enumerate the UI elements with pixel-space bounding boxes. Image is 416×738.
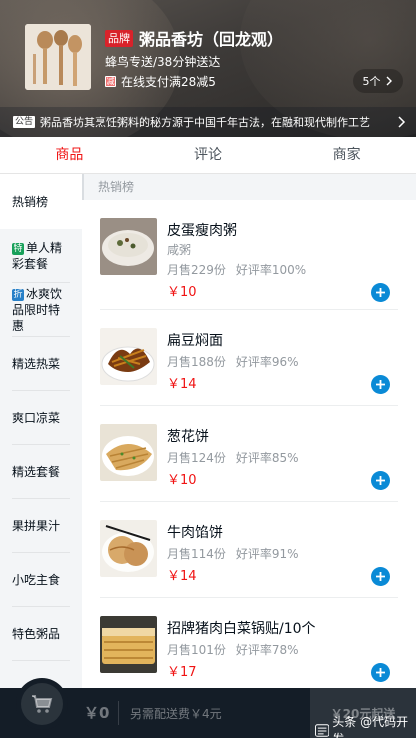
menu-item-label: 折冰爽饮品限时特惠 xyxy=(12,286,70,334)
delivery-fee: 另需配送费￥4元 xyxy=(130,707,222,721)
special-tag-icon: 特 xyxy=(12,242,24,255)
food-image xyxy=(100,218,157,275)
add-to-cart-button[interactable] xyxy=(371,663,390,682)
food-name: 招牌猪肉白菜锅贴/10个 xyxy=(167,621,316,637)
food-rating: 好评率96% xyxy=(235,355,299,369)
tab-seller[interactable]: 商家 xyxy=(277,137,416,173)
section-title: 热销榜 xyxy=(82,174,416,200)
discount-tag-icon: 折 xyxy=(12,288,24,301)
food-sales: 月售114份 xyxy=(167,547,226,561)
food-rating: 好评率100% xyxy=(235,263,307,277)
menu-item-label: 果拼果汁 xyxy=(12,518,61,533)
watermark-text: 头条 @代码开发 xyxy=(332,715,409,738)
food-list[interactable]: 热销榜 皮蛋瘦肉粥 咸粥 月售229份 好评率100% ￥10 扁豆焖面 月售1… xyxy=(82,174,416,688)
menu-item-combos[interactable]: 精选套餐 xyxy=(0,445,82,499)
shop-header: 品牌 粥品香坊（回龙观） 蜂鸟专送/38分钟送达 减 在线支付满28减5 5个 … xyxy=(0,0,416,137)
cart-button[interactable] xyxy=(16,678,68,730)
watermark: 头条 @代码开发 xyxy=(315,713,416,738)
menu-item-porridge[interactable]: 特色粥品 xyxy=(0,607,82,661)
shop-avatar xyxy=(25,24,91,90)
promo-text: 在线支付满28减5 xyxy=(121,75,216,89)
promo-count-label: 5个 xyxy=(362,75,381,88)
food-item[interactable]: 扁豆焖面 月售188份 好评率96% ￥14 xyxy=(100,310,398,406)
food-rating: 好评率78% xyxy=(235,643,299,657)
food-price: ￥14 xyxy=(167,569,197,584)
notice-tag: 公告 xyxy=(13,116,36,128)
promo-count-button[interactable]: 5个 xyxy=(353,69,403,93)
toutiao-logo-icon xyxy=(315,723,330,737)
food-sales: 月售124份 xyxy=(167,451,226,465)
tab-goods[interactable]: 商品 xyxy=(0,137,139,173)
cart-total: ￥0 xyxy=(84,704,110,722)
menu-item-label: 小吃主食 xyxy=(12,572,61,587)
divider xyxy=(118,701,119,725)
food-name: 牛肉馅饼 xyxy=(167,525,223,541)
food-stats: 月售114份 好评率91% xyxy=(167,545,299,562)
food-stats: 月售101份 好评率78% xyxy=(167,641,299,658)
chevron-right-icon xyxy=(398,116,406,128)
menu-item-cold-dishes[interactable]: 爽口凉菜 xyxy=(0,391,82,445)
plus-icon xyxy=(376,380,385,389)
shop-title-row: 品牌 粥品香坊（回龙观） xyxy=(105,26,283,50)
food-price: ￥14 xyxy=(167,377,197,392)
food-sales: 月售188份 xyxy=(167,355,226,369)
add-to-cart-button[interactable] xyxy=(371,375,390,394)
tab-bar: 商品 评论 商家 xyxy=(0,137,416,174)
menu-item-hot[interactable]: 热销榜 xyxy=(0,174,82,229)
add-to-cart-button[interactable] xyxy=(371,283,390,302)
menu-item-drinks[interactable]: 折冰爽饮品限时特惠 xyxy=(0,283,82,337)
promo-row: 减 在线支付满28减5 xyxy=(105,73,216,90)
menu-item-label: 特单人精彩套餐 xyxy=(12,240,70,272)
food-item[interactable]: 葱花饼 月售124份 好评率85% ￥10 xyxy=(100,406,398,502)
add-to-cart-button[interactable] xyxy=(371,471,390,490)
food-stats: 月售124份 好评率85% xyxy=(167,449,299,466)
tab-ratings[interactable]: 评论 xyxy=(139,137,278,173)
plus-icon xyxy=(376,572,385,581)
food-item[interactable]: 牛肉馅饼 月售114份 好评率91% ￥14 xyxy=(100,502,398,598)
food-price: ￥17 xyxy=(167,665,197,680)
shop-name: 粥品香坊（回龙观） xyxy=(139,30,284,49)
discount-icon: 减 xyxy=(105,76,116,87)
food-name: 葱花饼 xyxy=(167,429,209,445)
menu-item-hot-dishes[interactable]: 精选热菜 xyxy=(0,337,82,391)
food-image xyxy=(100,616,157,673)
food-item[interactable]: 招牌猪肉白菜锅贴/10个 月售101份 好评率78% ￥17 xyxy=(100,598,398,688)
food-name: 皮蛋瘦肉粥 xyxy=(167,223,237,239)
brand-badge: 品牌 xyxy=(105,29,133,47)
menu-item-snacks[interactable]: 小吃主食 xyxy=(0,553,82,607)
shopping-cart-icon xyxy=(32,695,53,713)
chevron-right-icon xyxy=(386,76,392,86)
category-menu: 热销榜 特单人精彩套餐 折冰爽饮品限时特惠 精选热菜 爽口凉菜 精选套餐 果拼果… xyxy=(0,174,82,688)
food-image xyxy=(100,328,157,385)
food-desc: 咸粥 xyxy=(167,243,192,257)
plus-icon xyxy=(376,476,385,485)
food-name: 扁豆焖面 xyxy=(167,333,223,349)
food-item[interactable]: 皮蛋瘦肉粥 咸粥 月售229份 好评率100% ￥10 xyxy=(100,200,398,310)
add-to-cart-button[interactable] xyxy=(371,567,390,586)
food-stats: 月售188份 好评率96% xyxy=(167,353,299,370)
plus-icon xyxy=(376,668,385,677)
food-stats: 月售229份 好评率100% xyxy=(167,261,306,278)
menu-item-fruit[interactable]: 果拼果汁 xyxy=(0,499,82,553)
food-rating: 好评率91% xyxy=(235,547,299,561)
delivery-info: 蜂鸟专送/38分钟送达 xyxy=(105,55,221,69)
food-price: ￥10 xyxy=(167,473,197,488)
food-sales: 月售229份 xyxy=(167,263,226,277)
food-image xyxy=(100,424,157,481)
menu-item-label: 精选热菜 xyxy=(12,356,61,371)
plus-icon xyxy=(376,288,385,297)
food-sales: 月售101份 xyxy=(167,643,226,657)
food-price: ￥10 xyxy=(167,285,197,300)
notice-bar[interactable]: 公告 粥品香坊其烹饪粥料的秘方源于中国千年古法，在融和现代制作工艺 xyxy=(0,107,416,137)
menu-item-label: 精选套餐 xyxy=(12,464,61,479)
menu-item-label: 热销榜 xyxy=(12,194,49,209)
menu-item-single-set[interactable]: 特单人精彩套餐 xyxy=(0,229,82,283)
cart-icon-wrap xyxy=(21,683,63,725)
notice-text: 粥品香坊其烹饪粥料的秘方源于中国千年古法，在融和现代制作工艺 xyxy=(40,116,371,129)
food-image xyxy=(100,520,157,577)
food-rating: 好评率85% xyxy=(235,451,299,465)
menu-item-label: 特色粥品 xyxy=(12,626,61,641)
menu-item-label: 爽口凉菜 xyxy=(12,410,61,425)
